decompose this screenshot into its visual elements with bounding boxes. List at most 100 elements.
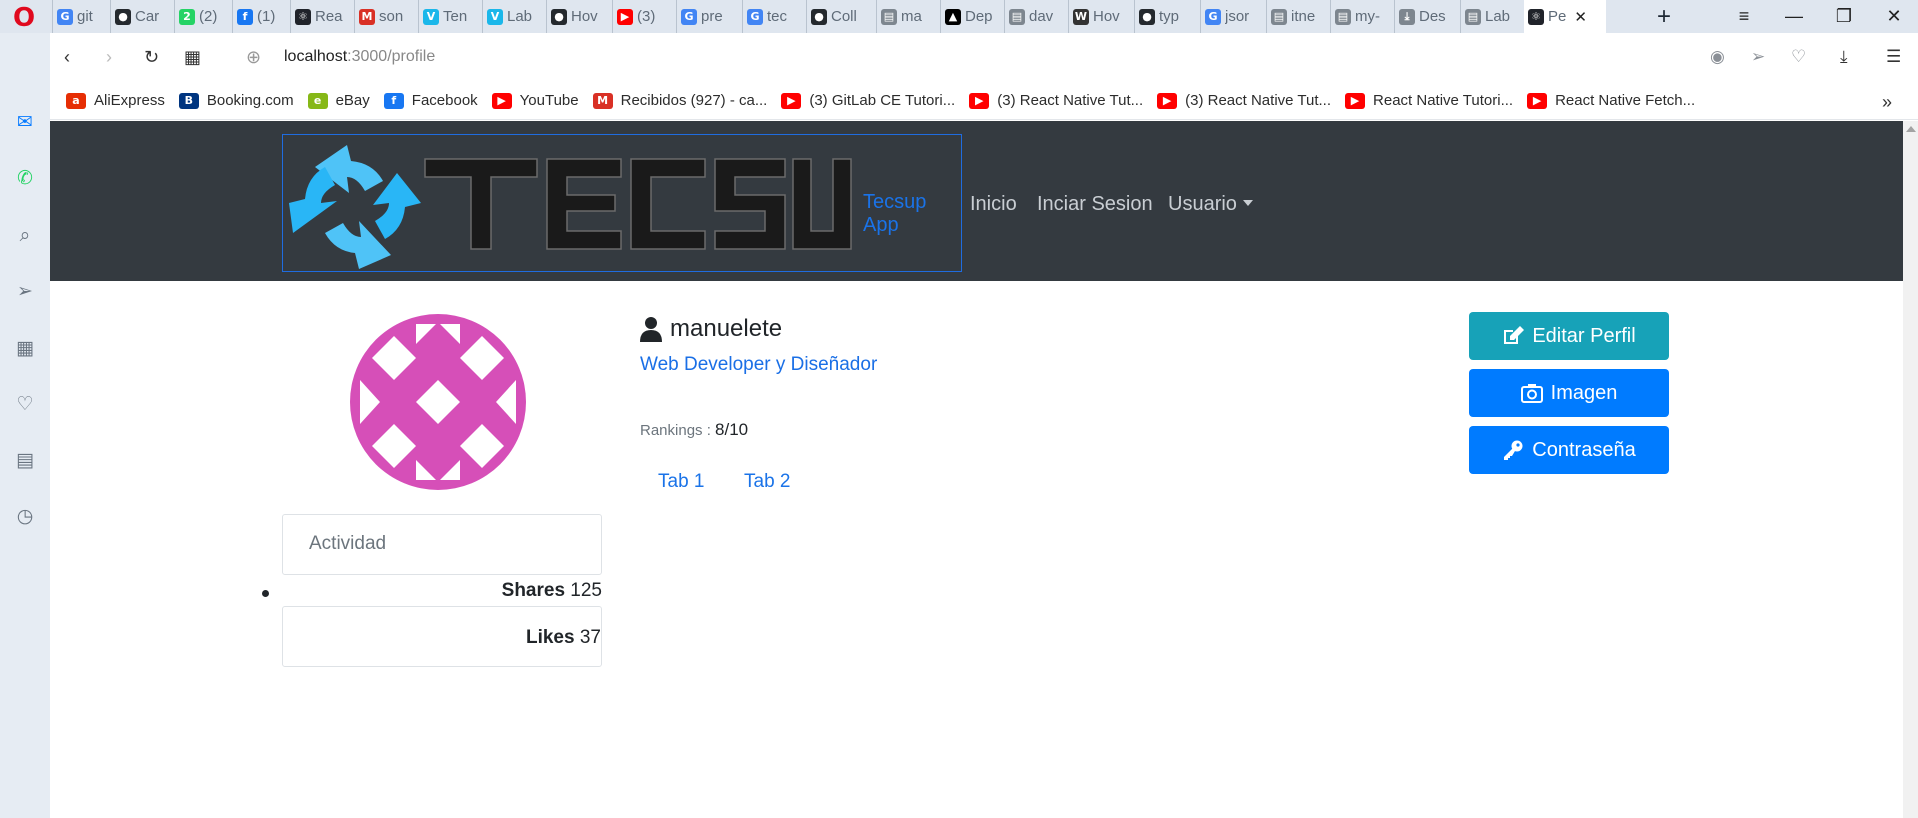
browser-tab[interactable]: V Ten [418,0,482,33]
browser-tab[interactable]: ▤ my- [1330,0,1394,33]
browser-tab[interactable]: Gpre [676,0,742,33]
browser-tab[interactable]: Mson [354,0,418,33]
reload-icon[interactable]: ↻ [144,47,159,67]
search-icon[interactable]: ⌕ [12,222,38,248]
logo-arrow [373,173,421,239]
tab-1[interactable]: Tab 1 [658,471,704,493]
bookmark-item[interactable]: ▶ React Native Fetch... [1527,92,1695,109]
bookmark-item[interactable]: ▶ (3) React Native Tut... [1157,92,1331,109]
browser-tab[interactable]: ⤓ Des [1394,0,1460,33]
opera-menu-icon[interactable]: O [10,5,38,31]
bookmark-item[interactable]: e eBay [307,92,370,109]
youtube-icon: ▶ [969,92,990,109]
gmail-icon: M [592,92,613,109]
tab-title: Car [135,8,160,25]
send-icon[interactable]: ➢ [1751,47,1765,67]
browser-tab[interactable]: f (1) [232,0,290,33]
rankings-label: Rankings : [640,422,711,439]
bookmark-label: React Native Fetch... [1555,92,1696,109]
browser-tab[interactable]: ● Car [110,0,174,33]
bookmark-item[interactable]: a AliExpress [66,92,165,109]
file-icon: ▤ [1465,8,1481,25]
react-icon: ⚛ [1528,8,1544,25]
new-tab-button[interactable]: + [1653,0,1675,33]
heart-icon[interactable]: ♡ [12,391,38,417]
tab-title: typ [1159,8,1180,25]
bookmark-item[interactable]: ▶ (3) GitLab CE Tutori... [781,92,955,109]
tab-title: Hov [571,8,598,25]
web-page: Tecsup App Inicio Inciar Sesion Usuario [50,121,1903,818]
bookmark-item[interactable]: ▶ (3) React Native Tut... [969,92,1143,109]
opera-sidebar: ✉ ✆ ⌕ ➢ ▦ ♡ ▤ ◷ [0,33,50,818]
tab-title: son [379,8,404,25]
browser-tab[interactable]: ● typ [1134,0,1200,33]
browser-tab[interactable]: Gtec [742,0,806,33]
tab-title: dav [1029,8,1054,25]
navbar-brand[interactable]: Tecsup App [282,134,962,272]
browser-tab[interactable]: ▲ Dep [940,0,1004,33]
back-icon[interactable]: ‹ [64,47,70,67]
bookmark-label: Facebook [411,92,478,109]
close-window-button[interactable]: ✕ [1874,0,1914,33]
messenger-icon[interactable]: ✉ [12,109,38,135]
nav-link-inicio[interactable]: Inicio [970,193,1017,216]
github-icon: ● [1139,8,1155,25]
url-field[interactable]: localhost:3000/profile [284,48,435,66]
activity-title: Actividad [309,533,387,554]
bookmark-item[interactable]: f Facebook [383,92,478,109]
bookmark-item[interactable]: B Booking.com [178,92,294,109]
browser-tab[interactable]: ▤ itne [1266,0,1330,33]
brand-text[interactable]: Tecsup App [863,191,961,237]
edit-profile-button[interactable]: Editar Perfil [1469,312,1669,360]
easy-setup-icon[interactable]: ☰ [1886,47,1901,67]
bookmark-item[interactable]: M Recibidos (927) - ca... [592,92,767,109]
google-icon: G [747,8,763,25]
browser-tab[interactable]: ● Coll [806,0,876,33]
browser-tab[interactable]: ▶ (3) [612,0,676,33]
edit-icon [1504,326,1525,344]
browser-tab[interactable]: Gjsor [1200,0,1266,33]
password-button[interactable]: Contraseña [1469,426,1669,474]
browser-tab[interactable]: ▤ Lab [1460,0,1524,33]
more-bookmarks-icon[interactable]: » [1882,92,1892,113]
site-info-icon[interactable]: ⊕ [246,47,261,67]
tab-2[interactable]: Tab 2 [744,471,790,493]
identicon-image [350,314,526,490]
url-host: localhost [284,48,348,65]
speed-dial-icon[interactable]: ▦ [12,335,38,361]
password-button-label: Contraseña [1532,438,1636,461]
history-icon[interactable]: ◷ [12,503,38,529]
maximize-button[interactable]: ❐ [1824,0,1864,33]
browser-tab[interactable]: V Lab [482,0,546,33]
send-icon[interactable]: ➢ [12,278,38,304]
avatar [350,314,526,490]
logo-arrow [289,167,337,233]
likes-card: Likes 37 [282,606,602,667]
browser-tab[interactable]: Ggit [52,0,110,33]
bookmark-item[interactable]: ▶ YouTube [491,92,579,109]
browser-tab[interactable]: ⚛ Pe ✕ [1524,0,1606,33]
page-scrollbar[interactable] [1903,121,1918,818]
tab-menu-icon[interactable]: ≡ [1724,0,1764,33]
browser-tab[interactable]: ● Hov [546,0,612,33]
bookmark-item[interactable]: ▶ React Native Tutori... [1345,92,1513,109]
close-tab-icon[interactable]: ✕ [1574,8,1587,26]
snapshot-icon[interactable]: ◉ [1710,47,1725,67]
whatsapp-icon[interactable]: ✆ [12,165,38,191]
forward-icon[interactable]: › [106,47,112,67]
download-icon[interactable]: ⤓ [1840,47,1848,67]
nav-dropdown-usuario[interactable]: Usuario [1168,193,1253,216]
nav-link-login[interactable]: Inciar Sesion [1037,193,1153,216]
image-button[interactable]: Imagen [1469,369,1669,417]
speed-dial-icon[interactable]: ▦ [184,47,201,67]
browser-tab[interactable]: W Hov [1068,0,1134,33]
minimize-button[interactable]: — [1774,0,1814,33]
logo-letter [546,158,622,250]
browser-tab[interactable]: 2 (2) [174,0,232,33]
heart-icon[interactable]: ♡ [1791,47,1806,67]
scroll-up-icon[interactable] [1906,126,1916,132]
browser-tab[interactable]: ⚛ Rea [290,0,354,33]
browser-tab[interactable]: ▤ dav [1004,0,1068,33]
news-icon[interactable]: ▤ [12,447,38,473]
browser-tab[interactable]: ▤ ma [876,0,940,33]
